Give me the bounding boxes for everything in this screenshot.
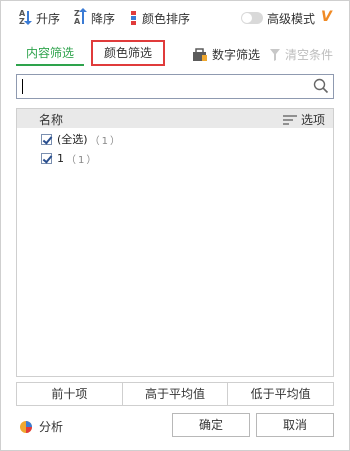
tab-color-filter[interactable]: 颜色筛选 bbox=[91, 40, 165, 66]
number-filter-button[interactable]: 数字筛选 bbox=[192, 46, 260, 63]
ok-button[interactable]: 确定 bbox=[172, 413, 250, 437]
color-sort-icon bbox=[129, 10, 139, 26]
toggle-knob bbox=[242, 13, 252, 23]
list-item-count: （1） bbox=[89, 135, 122, 147]
search-icon[interactable] bbox=[313, 78, 329, 94]
below-average-button[interactable]: 低于平均值 bbox=[227, 383, 333, 405]
quick-filter-bar: 前十项 高于平均值 低于平均值 bbox=[16, 382, 334, 406]
column-name-header: 名称 bbox=[39, 113, 64, 127]
sort-ascending-icon: AZ bbox=[19, 10, 33, 26]
sort-descending-icon: ZA bbox=[74, 8, 88, 26]
pie-chart-icon bbox=[20, 420, 32, 433]
text-caret bbox=[22, 79, 23, 94]
above-average-button[interactable]: 高于平均值 bbox=[121, 383, 228, 405]
checkbox-checked[interactable] bbox=[41, 133, 52, 145]
clear-filter-icon bbox=[270, 48, 280, 61]
sort-ascending-button[interactable]: AZ 升序 bbox=[19, 9, 60, 27]
list-item-label: 1 bbox=[57, 151, 64, 165]
color-sort-button[interactable]: 颜色排序 bbox=[129, 9, 190, 27]
options-label: 选项 bbox=[300, 113, 325, 127]
sort-toolbar: AZ 升序 ZA 降序 颜色排序 高级模式 V bbox=[1, 1, 349, 35]
sort-descending-button[interactable]: ZA 降序 bbox=[74, 8, 116, 27]
color-sort-label: 颜色排序 bbox=[142, 11, 191, 26]
checkbox-checked[interactable] bbox=[41, 152, 52, 164]
sort-descending-label: 降序 bbox=[91, 11, 116, 26]
search-input[interactable] bbox=[19, 77, 309, 96]
number-filter-label: 数字筛选 bbox=[212, 48, 261, 62]
filter-panel: AZ 升序 ZA 降序 颜色排序 高级模式 V 内容筛选 颜色筛选 数字筛选 清… bbox=[0, 0, 350, 451]
list-item-label: (全选) bbox=[57, 133, 88, 146]
analysis-button[interactable]: 分析 bbox=[19, 418, 63, 435]
search-box bbox=[16, 74, 334, 99]
clear-conditions-label: 清空条件 bbox=[285, 48, 334, 62]
advanced-mode-toggle[interactable] bbox=[241, 12, 263, 24]
tab-content-filter[interactable]: 内容筛选 bbox=[16, 40, 84, 66]
number-filter-icon bbox=[193, 47, 207, 61]
value-list: 名称 选项 (全选) （1） 1 （1） bbox=[16, 108, 334, 377]
top-ten-button[interactable]: 前十项 bbox=[17, 383, 122, 405]
list-item[interactable]: 1 （1） bbox=[41, 150, 98, 166]
vip-icon: V bbox=[321, 9, 332, 25]
filter-tabs: 内容筛选 颜色筛选 数字筛选 清空条件 bbox=[1, 35, 349, 71]
list-item-count: （1） bbox=[66, 154, 99, 166]
options-icon bbox=[282, 114, 297, 125]
cancel-button[interactable]: 取消 bbox=[256, 413, 334, 437]
list-item-select-all[interactable]: (全选) （1） bbox=[41, 131, 122, 147]
advanced-mode-label: 高级模式 bbox=[267, 12, 316, 26]
list-header: 名称 选项 bbox=[17, 109, 333, 128]
analysis-label: 分析 bbox=[39, 420, 64, 434]
sort-ascending-label: 升序 bbox=[36, 11, 61, 26]
clear-conditions-button[interactable]: 清空条件 bbox=[269, 46, 333, 63]
options-button[interactable]: 选项 bbox=[282, 111, 325, 128]
